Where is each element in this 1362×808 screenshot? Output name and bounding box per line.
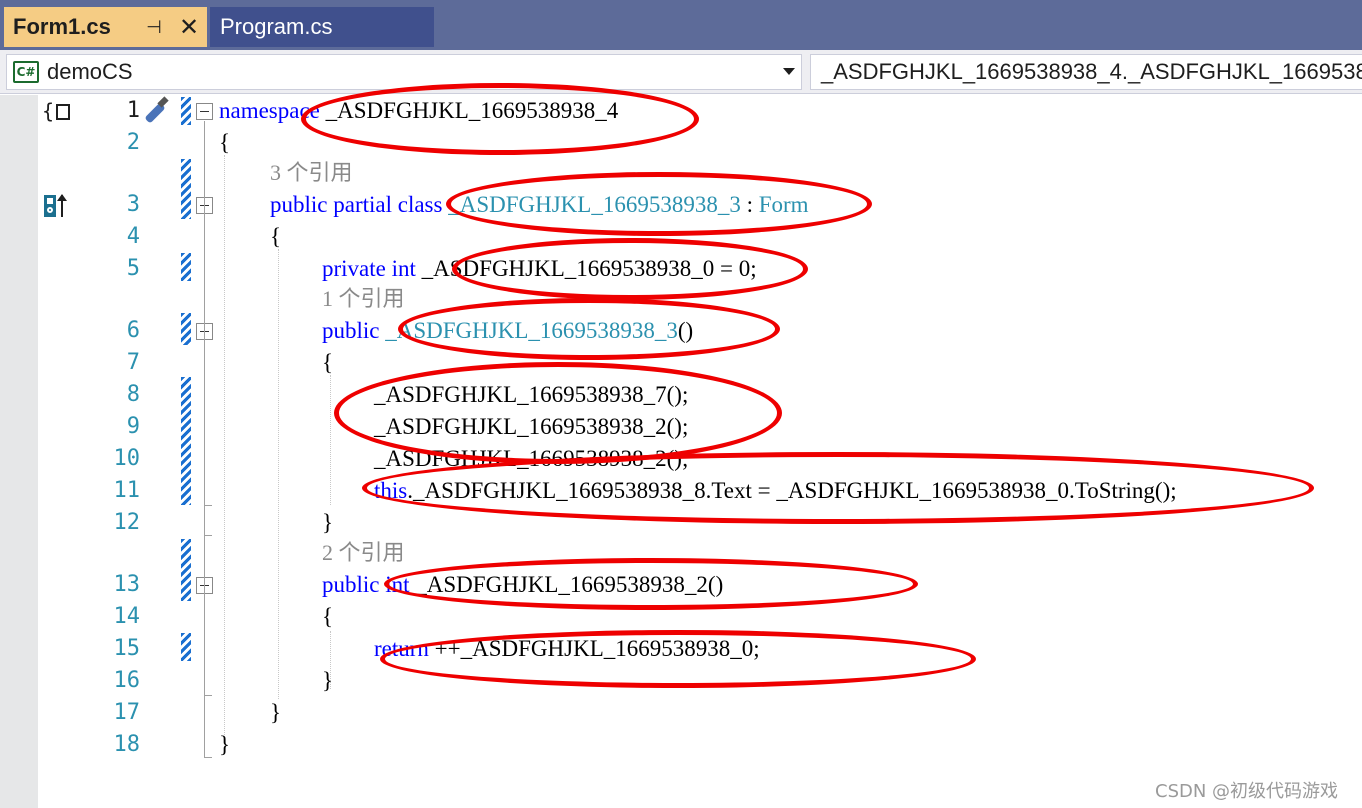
annotation-ellipse xyxy=(380,630,976,688)
brace: } xyxy=(270,700,282,725)
navigation-bar: C# demoCS _ASDFGHJKL_1669538938_4._ASDFG… xyxy=(0,50,1362,94)
project-dropdown[interactable]: C# demoCS xyxy=(6,54,802,90)
namespace-glyph-icon: { xyxy=(42,99,71,123)
line-number: 10 xyxy=(113,446,141,471)
annotation-ellipse xyxy=(334,362,782,464)
line-number: 1 xyxy=(126,98,140,123)
tab-label: Program.cs xyxy=(220,14,333,39)
annotation-ellipse xyxy=(301,83,699,155)
brace: { xyxy=(322,350,334,375)
code-line-2[interactable]: { xyxy=(219,127,230,159)
change-bar xyxy=(181,97,191,125)
code-line-17[interactable]: } xyxy=(270,697,281,729)
line-number: 8 xyxy=(126,382,140,407)
keyword: private int xyxy=(322,256,416,281)
brace: { xyxy=(219,130,231,155)
outline-end xyxy=(204,505,212,506)
line-number: 5 xyxy=(126,256,140,281)
tab-form1-cs[interactable]: Form1.cs ⊣ ✕ xyxy=(4,7,207,47)
line-number: 17 xyxy=(113,700,141,725)
indent-guide xyxy=(224,155,225,735)
quick-action-screwdriver-icon[interactable] xyxy=(140,96,172,127)
line-number: 12 xyxy=(113,510,141,535)
brace: } xyxy=(322,668,334,693)
line-number: 3 xyxy=(126,192,140,217)
codelens-references[interactable]: 1 个引用 xyxy=(322,285,405,313)
change-bar xyxy=(181,313,191,345)
line-number: 9 xyxy=(126,414,140,439)
change-bar xyxy=(181,377,191,505)
line-number: 18 xyxy=(113,732,141,757)
outline-end xyxy=(204,535,212,536)
annotation-ellipse xyxy=(384,558,918,610)
code-line-7[interactable]: { xyxy=(322,347,333,379)
close-icon[interactable]: ✕ xyxy=(176,14,202,41)
line-number: 7 xyxy=(126,350,140,375)
pin-icon[interactable]: ⊣ xyxy=(144,16,164,38)
line-number: 6 xyxy=(126,318,140,343)
code-line-18[interactable]: } xyxy=(219,729,230,761)
keyword: public partial class xyxy=(270,192,443,217)
annotation-ellipse xyxy=(362,452,1314,524)
member-name: _ASDFGHJKL_1669538938_4._ASDFGHJKL_16695… xyxy=(821,59,1362,84)
line-number: 14 xyxy=(113,604,141,629)
annotation-ellipse xyxy=(398,298,780,360)
line-number: 16 xyxy=(113,668,141,693)
chevron-down-icon[interactable] xyxy=(783,68,795,75)
line-number: 2 xyxy=(126,130,140,155)
change-bar xyxy=(181,159,191,219)
codelens-references[interactable]: 3 个引用 xyxy=(270,159,353,187)
outline-line xyxy=(204,121,205,757)
annotation-ellipse xyxy=(452,238,808,300)
line-number: 4 xyxy=(126,224,140,249)
line-number: 15 xyxy=(113,636,141,661)
indent-guide xyxy=(330,375,331,505)
tab-program-cs[interactable]: Program.cs xyxy=(210,7,434,47)
outline-end xyxy=(204,695,212,696)
collapse-toggle[interactable] xyxy=(196,103,213,120)
change-bar xyxy=(181,633,191,661)
implementation-glyph-icon[interactable] xyxy=(44,193,70,219)
keyword: public xyxy=(322,318,380,343)
line-number: 11 xyxy=(113,478,141,503)
codelens-references[interactable]: 2 个引用 xyxy=(322,539,405,567)
brace: } xyxy=(219,732,231,757)
brace: } xyxy=(322,510,334,535)
document-tab-strip: Form1.cs ⊣ ✕ Program.cs xyxy=(0,0,1362,50)
watermark: CSDN @初级代码游戏 xyxy=(1155,781,1339,802)
csharp-project-icon: C# xyxy=(13,61,39,83)
change-bar xyxy=(181,253,191,281)
brace: { xyxy=(322,604,334,629)
project-name: demoCS xyxy=(47,59,133,84)
indent-guide xyxy=(278,249,279,699)
code-line-16[interactable]: } xyxy=(322,665,333,697)
line-number: 13 xyxy=(113,572,141,597)
tab-label: Form1.cs xyxy=(13,14,111,39)
change-bar xyxy=(181,539,191,601)
glyph-margin xyxy=(0,95,38,808)
brace: { xyxy=(270,224,282,249)
outline-end xyxy=(204,757,212,758)
code-line-4[interactable]: { xyxy=(270,221,281,253)
code-line-14[interactable]: { xyxy=(322,601,333,633)
member-dropdown[interactable]: _ASDFGHJKL_1669538938_4._ASDFGHJKL_16695… xyxy=(810,54,1362,90)
annotation-ellipse xyxy=(446,172,872,236)
code-line-12[interactable]: } xyxy=(322,507,333,539)
